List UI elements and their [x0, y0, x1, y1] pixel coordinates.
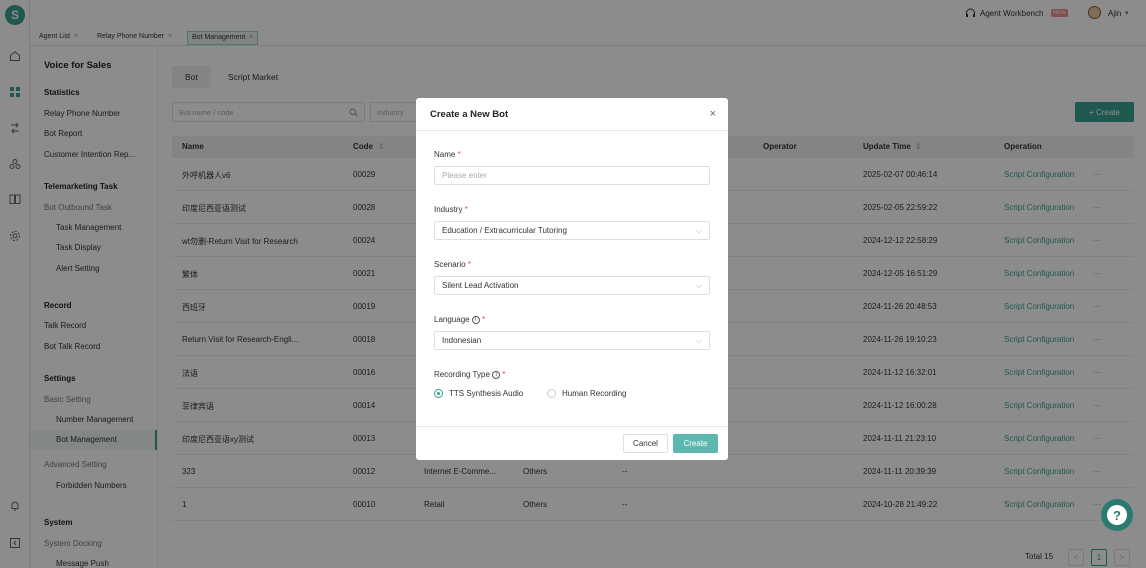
- radio-label-human[interactable]: Human Recording: [562, 389, 626, 398]
- recording-label-text: Recording Type: [434, 370, 490, 379]
- industry-label-text: Industry: [434, 205, 463, 214]
- language-select[interactable]: Indonesian ⌵: [434, 331, 710, 350]
- chevron-down-icon: ⌵: [695, 281, 702, 290]
- chevron-down-icon: ⌵: [695, 226, 702, 235]
- close-icon[interactable]: ×: [710, 108, 716, 120]
- language-value: Indonesian: [442, 336, 482, 345]
- cancel-button[interactable]: Cancel: [623, 434, 668, 453]
- required-mark: *: [457, 150, 461, 159]
- radio-label-tts[interactable]: TTS Synthesis Audio: [449, 389, 523, 398]
- scenario-label: Scenario *: [434, 260, 471, 269]
- create-button[interactable]: Create: [673, 434, 718, 453]
- language-label-text: Language: [434, 315, 470, 324]
- name-label: Name *: [434, 150, 461, 159]
- scenario-label-text: Scenario: [434, 260, 466, 269]
- divider: [416, 426, 728, 427]
- name-label-text: Name: [434, 150, 456, 159]
- recording-type-label: Recording Type i *: [434, 370, 505, 379]
- industry-label: Industry *: [434, 205, 468, 214]
- scenario-select[interactable]: Silent Lead Activation ⌵: [434, 276, 710, 295]
- radio-tts-synthesis[interactable]: [434, 389, 443, 398]
- industry-select[interactable]: Education / Extracurricular Tutoring ⌵: [434, 221, 710, 240]
- required-mark: *: [467, 260, 471, 269]
- required-mark: *: [482, 315, 486, 324]
- scenario-value: Silent Lead Activation: [442, 281, 519, 290]
- required-mark: *: [464, 205, 468, 214]
- language-label: Language i *: [434, 315, 485, 324]
- name-input[interactable]: Please enter: [434, 166, 710, 185]
- industry-value: Education / Extracurricular Tutoring: [442, 226, 567, 235]
- dialog-title: Create a New Bot: [430, 109, 509, 120]
- info-icon[interactable]: i: [492, 370, 501, 379]
- help-button[interactable]: ?: [1101, 499, 1133, 531]
- name-placeholder: Please enter: [442, 171, 487, 180]
- create-bot-dialog: Create a New Bot × Name * Please enter I…: [416, 98, 728, 460]
- radio-human-recording[interactable]: [547, 389, 556, 398]
- required-mark: *: [502, 370, 506, 379]
- info-icon[interactable]: i: [471, 315, 480, 324]
- divider: [416, 130, 728, 131]
- help-icon: ?: [1107, 505, 1127, 525]
- chevron-down-icon: ⌵: [695, 336, 702, 345]
